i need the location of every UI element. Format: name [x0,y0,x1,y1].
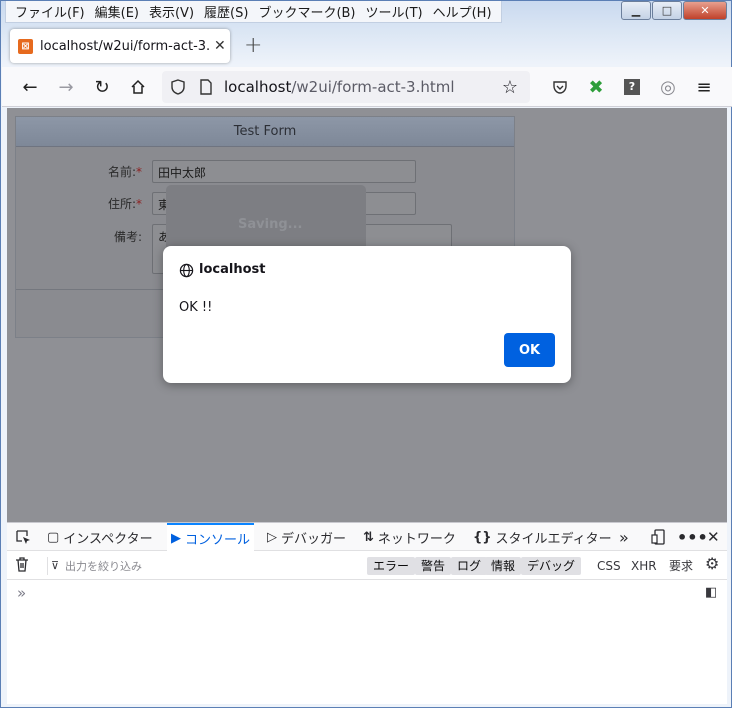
console-icon: ▶ [171,530,181,546]
url-bar[interactable]: localhost/w2ui/form-act-3.html ☆ [162,71,530,103]
home-icon[interactable] [126,75,150,99]
tab-style-editor[interactable]: {} スタイルエディター [473,523,612,551]
menu-history[interactable]: 履歴(S) [199,2,253,21]
url-text: localhost/w2ui/form-act-3.html [224,78,455,96]
ok-button[interactable]: OK [504,333,555,367]
tab-debugger[interactable]: ▷ デバッガー [267,523,346,551]
console-prompt[interactable]: » [17,584,26,602]
menu-file[interactable]: ファイル(F) [10,2,90,21]
url-host: localhost [224,78,292,96]
filter-info-button[interactable]: 情報 [485,557,522,575]
pocket-icon[interactable] [548,75,572,99]
address-label: 住所:* [16,195,142,212]
url-path: /w2ui/form-act-3.html [291,78,455,96]
page-icon[interactable] [196,77,216,97]
tab-inspector[interactable]: ▢ インスペクター [47,523,153,551]
filter-warnings-button[interactable]: 警告 [415,557,452,575]
menu-help[interactable]: ヘルプ(H) [428,2,497,21]
tab-close-icon[interactable]: ✕ [214,38,226,54]
tab-title: localhost/w2ui/form-act-3.html [40,38,210,54]
split-console-icon[interactable]: ◧ [705,584,717,602]
minimize-button[interactable]: ▁ [621,1,651,20]
filter-funnel-icon: ⊽ [51,559,60,572]
style-editor-icon: {} [473,529,492,545]
trash-icon[interactable] [15,557,29,577]
network-icon: ⇅ [363,529,374,545]
help-extension-icon[interactable]: ? [620,75,644,99]
tab-strip: ⊠ localhost/w2ui/form-act-3.html ✕ + [2,25,732,67]
browser-window: ファイル(F) 編集(E) 表示(V) 履歴(S) ブックマーク(B) ツール(… [0,0,732,708]
window-controls: ▁ □ ✕ [621,1,727,20]
address-required-mark: * [136,197,142,211]
tab-debugger-label: デバッガー [281,531,347,547]
tab-inspector-label: インスペクター [63,531,153,547]
address-label-text: 住所: [107,197,136,211]
navigation-bar: ← → ↻ localhost/w2ui/form-act-3.html ☆ ✖… [2,67,732,107]
menu-view[interactable]: 表示(V) [144,2,199,21]
console-filter-input[interactable]: 出力を絞り込み [65,558,142,574]
alert-dialog: localhost OK !! OK [163,246,571,383]
tab-style-editor-label: スタイルエディター [495,531,612,547]
filter-logs-button[interactable]: ログ [451,557,488,575]
debugger-icon: ▷ [267,529,277,545]
console-settings-gear-icon[interactable]: ⚙ [705,555,719,573]
filter-xhr-button[interactable]: XHR [631,557,657,575]
account-icon[interactable]: ◎ [656,75,680,99]
form-header: Test Form [16,117,514,147]
menu-tools[interactable]: ツール(T) [361,2,428,21]
element-picker-icon[interactable] [15,523,31,551]
menu-bookmarks[interactable]: ブックマーク(B) [253,2,360,21]
filter-requests-button[interactable]: 要求 [669,557,693,575]
name-required-mark: * [136,165,142,179]
devtools-panel: ▢ インスペクター ▶ コンソール ▷ デバッガー ⇅ ネットワーク {} スタイルエディ… [7,522,727,704]
new-tab-button[interactable]: + [244,33,262,58]
filter-errors-button[interactable]: エラー [367,557,416,575]
menu-edit[interactable]: 編集(E) [90,2,144,21]
dialog-title: localhost [199,262,266,277]
more-tabs-icon[interactable]: » [619,523,629,551]
menu-bar: ファイル(F) 編集(E) 表示(V) 履歴(S) ブックマーク(B) ツール(… [5,1,502,23]
more-options-icon[interactable]: ••• [677,523,708,551]
extension-x-icon[interactable]: ✖ [584,75,608,99]
filter-css-button[interactable]: CSS [597,557,621,575]
browser-tab[interactable]: ⊠ localhost/w2ui/form-act-3.html ✕ [10,29,230,63]
bookmark-star-icon[interactable]: ☆ [500,77,520,98]
name-label: 名前:* [16,163,142,180]
back-icon[interactable]: ← [18,75,42,99]
globe-icon [179,263,194,282]
maximize-button[interactable]: □ [652,1,682,20]
reload-icon[interactable]: ↻ [90,75,114,99]
filter-debug-button[interactable]: デバッグ [521,557,582,575]
responsive-design-icon[interactable] [651,523,667,551]
inspector-icon: ▢ [47,529,60,545]
close-window-button[interactable]: ✕ [683,1,727,20]
console-filter-bar: ⊽ 出力を絞り込み エラー 警告 ログ 情報 デバッグ CSS XHR 要求 ⚙ [7,552,727,580]
tab-network-label: ネットワーク [377,531,456,547]
name-label-text: 名前: [107,165,136,179]
close-devtools-icon[interactable]: ✕ [707,523,720,551]
hamburger-menu-icon[interactable]: ≡ [692,75,716,99]
notes-label: 備考: [113,230,142,244]
tab-network[interactable]: ⇅ ネットワーク [363,523,456,551]
name-input[interactable]: 田中太郎 [152,160,416,183]
xampp-favicon-icon: ⊠ [18,38,33,54]
devtools-tab-bar: ▢ インスペクター ▶ コンソール ▷ デバッガー ⇅ ネットワーク {} スタイルエディ… [7,523,727,551]
dialog-message: OK !! [179,300,213,315]
tab-console[interactable]: ▶ コンソール [167,523,255,551]
tab-console-label: コンソール [185,532,251,548]
shield-icon[interactable] [168,77,188,97]
forward-icon[interactable]: → [54,75,78,99]
